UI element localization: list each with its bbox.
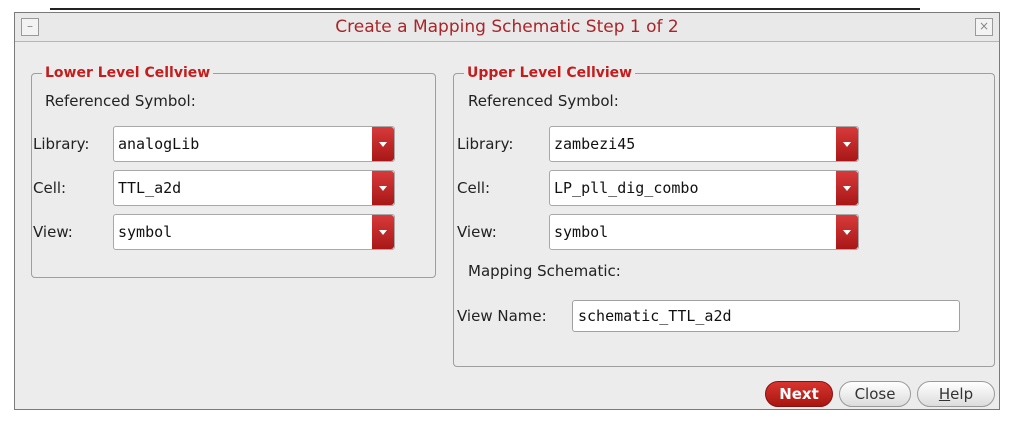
view-name-input[interactable]: schematic_TTL_a2d — [572, 300, 960, 332]
dropdown-arrow-icon[interactable] — [836, 171, 858, 205]
upper-level-legend: Upper Level Cellview — [464, 65, 636, 81]
upper-cell-label: Cell: — [457, 179, 491, 197]
lower-view-label: View: — [33, 223, 73, 241]
lower-library-value: analogLib — [118, 135, 200, 153]
upper-view-combo[interactable]: symbol — [549, 214, 859, 250]
title-bar[interactable]: – Create a Mapping Schematic Step 1 of 2… — [15, 13, 999, 42]
close-button[interactable]: Close — [839, 381, 911, 407]
upper-library-value: zambezi45 — [554, 135, 636, 153]
upper-cell-value: LP_pll_dig_combo — [554, 179, 699, 197]
lower-view-value: symbol — [118, 223, 173, 241]
help-button-mnemonic: H — [938, 385, 951, 403]
help-button-label: elp — [950, 385, 974, 403]
lower-cell-combo[interactable]: TTL_a2d — [113, 170, 395, 206]
dropdown-arrow-icon[interactable] — [372, 171, 394, 205]
lower-cell-label: Cell: — [33, 179, 67, 197]
mapping-schematic-dialog: – Create a Mapping Schematic Step 1 of 2… — [14, 12, 1000, 410]
upper-view-value: symbol — [554, 223, 609, 241]
dropdown-arrow-icon[interactable] — [836, 215, 858, 249]
next-button[interactable]: Next — [765, 381, 833, 407]
upper-library-label: Library: — [457, 135, 514, 153]
window-title: Create a Mapping Schematic Step 1 of 2 — [335, 17, 679, 37]
close-icon[interactable]: × — [975, 18, 993, 36]
lower-cell-value: TTL_a2d — [118, 179, 182, 197]
upper-referenced-symbol-label: Referenced Symbol: — [468, 92, 619, 110]
upper-library-combo[interactable]: zambezi45 — [549, 126, 859, 162]
lower-referenced-symbol-label: Referenced Symbol: — [45, 92, 196, 110]
lower-library-combo[interactable]: analogLib — [113, 126, 395, 162]
dropdown-arrow-icon[interactable] — [372, 127, 394, 161]
lower-view-combo[interactable]: symbol — [113, 214, 395, 250]
dropdown-arrow-icon[interactable] — [372, 215, 394, 249]
view-name-label: View Name: — [457, 307, 547, 325]
mapping-schematic-label: Mapping Schematic: — [468, 262, 621, 280]
dropdown-arrow-icon[interactable] — [836, 127, 858, 161]
lower-level-legend: Lower Level Cellview — [42, 65, 214, 81]
top-border-line — [50, 8, 920, 10]
help-button[interactable]: Help — [917, 381, 995, 407]
upper-cell-combo[interactable]: LP_pll_dig_combo — [549, 170, 859, 206]
upper-view-label: View: — [457, 223, 497, 241]
lower-library-label: Library: — [33, 135, 90, 153]
